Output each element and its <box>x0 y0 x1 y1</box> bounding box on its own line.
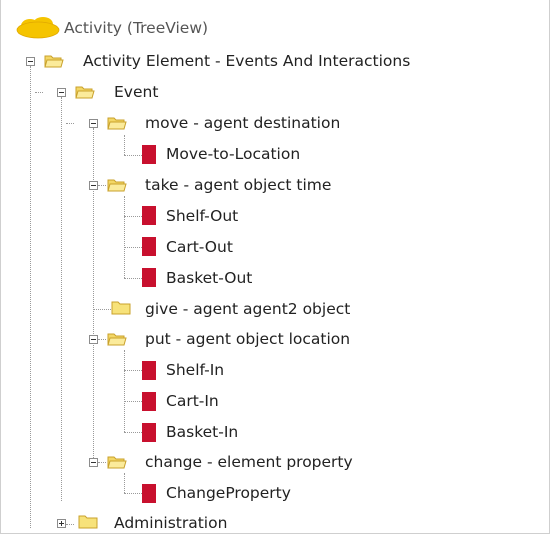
tree-line <box>124 135 125 155</box>
tree-leaf-cart-in[interactable]: Cart-In <box>142 389 342 413</box>
tree-node-put[interactable]: put - agent object location <box>103 327 423 351</box>
tree-line <box>124 401 142 402</box>
tree-line <box>124 278 142 279</box>
tree-leaf-label: Shelf-In <box>166 361 225 379</box>
tree-leaf-label: Basket-Out <box>166 269 253 287</box>
tree-node-change[interactable]: change - element property <box>103 450 423 474</box>
tree-leaf-label: Cart-In <box>166 392 219 410</box>
tree-node-activity-element[interactable]: Activity Element - Events And Interactio… <box>40 49 540 73</box>
tree-line <box>93 128 94 466</box>
tree-line <box>124 473 125 493</box>
collapse-toggle[interactable] <box>89 458 98 467</box>
tree-node-label: give - agent agent2 object <box>145 300 351 318</box>
tree-line <box>124 493 142 494</box>
tree-leaf-cart-out[interactable]: Cart-Out <box>142 235 342 259</box>
collapse-toggle[interactable] <box>89 181 98 190</box>
expand-toggle[interactable] <box>57 519 66 528</box>
tree-leaf-label: Move-to-Location <box>166 145 301 163</box>
tree-leaf-label: Basket-In <box>166 423 239 441</box>
tree-line <box>124 155 142 156</box>
tree-node-label: Event <box>114 83 159 101</box>
tree-node-event[interactable]: Event <box>72 80 272 104</box>
tree-node-label: Administration <box>114 514 228 532</box>
tree-leaf-basket-in[interactable]: Basket-In <box>142 420 342 444</box>
tree-line <box>124 216 142 217</box>
tree-line <box>35 92 43 93</box>
tree-leaf-shelf-in[interactable]: Shelf-In <box>142 358 342 382</box>
collapse-toggle[interactable] <box>89 119 98 128</box>
tree-node-label: take - agent object time <box>145 176 332 194</box>
tree-node-administration[interactable]: Administration <box>72 511 322 535</box>
tree-line <box>124 247 142 248</box>
tree-leaf-move-to-location[interactable]: Move-to-Location <box>142 142 362 166</box>
tree-line <box>61 97 62 501</box>
tree-leaf-shelf-out[interactable]: Shelf-Out <box>142 204 342 228</box>
tree-leaf-basket-out[interactable]: Basket-Out <box>142 266 342 290</box>
tree-leaf-label: ChangeProperty <box>166 484 291 502</box>
tree-leaf-label: Shelf-Out <box>166 207 239 225</box>
tree-line <box>66 123 74 124</box>
tree-node-label: move - agent destination <box>145 114 341 132</box>
tree-node-take[interactable]: take - agent object time <box>103 173 403 197</box>
tree-leaf-change-property[interactable]: ChangeProperty <box>142 481 362 505</box>
tree-line <box>124 350 125 432</box>
tree-line <box>124 432 142 433</box>
tree-node-label: change - element property <box>145 453 353 471</box>
tree-line <box>124 370 142 371</box>
tree-leaf-label: Cart-Out <box>166 238 233 256</box>
collapse-toggle[interactable] <box>89 335 98 344</box>
tree-node-give[interactable]: give - agent agent2 object <box>103 297 423 321</box>
tree-node-label: put - agent object location <box>145 330 351 348</box>
collapse-toggle[interactable] <box>26 57 35 66</box>
tree-root[interactable]: Activity (TreeView) <box>0 16 300 40</box>
tree-line <box>30 66 31 528</box>
treeview: Activity (TreeView) Activity Element - E… <box>0 0 550 535</box>
tree-node-label: Activity Element - Events And Interactio… <box>83 52 411 70</box>
tree-line <box>124 196 125 278</box>
tree-root-label: Activity (TreeView) <box>64 19 209 37</box>
tree-node-move[interactable]: move - agent destination <box>103 111 403 135</box>
collapse-toggle[interactable] <box>57 88 66 97</box>
